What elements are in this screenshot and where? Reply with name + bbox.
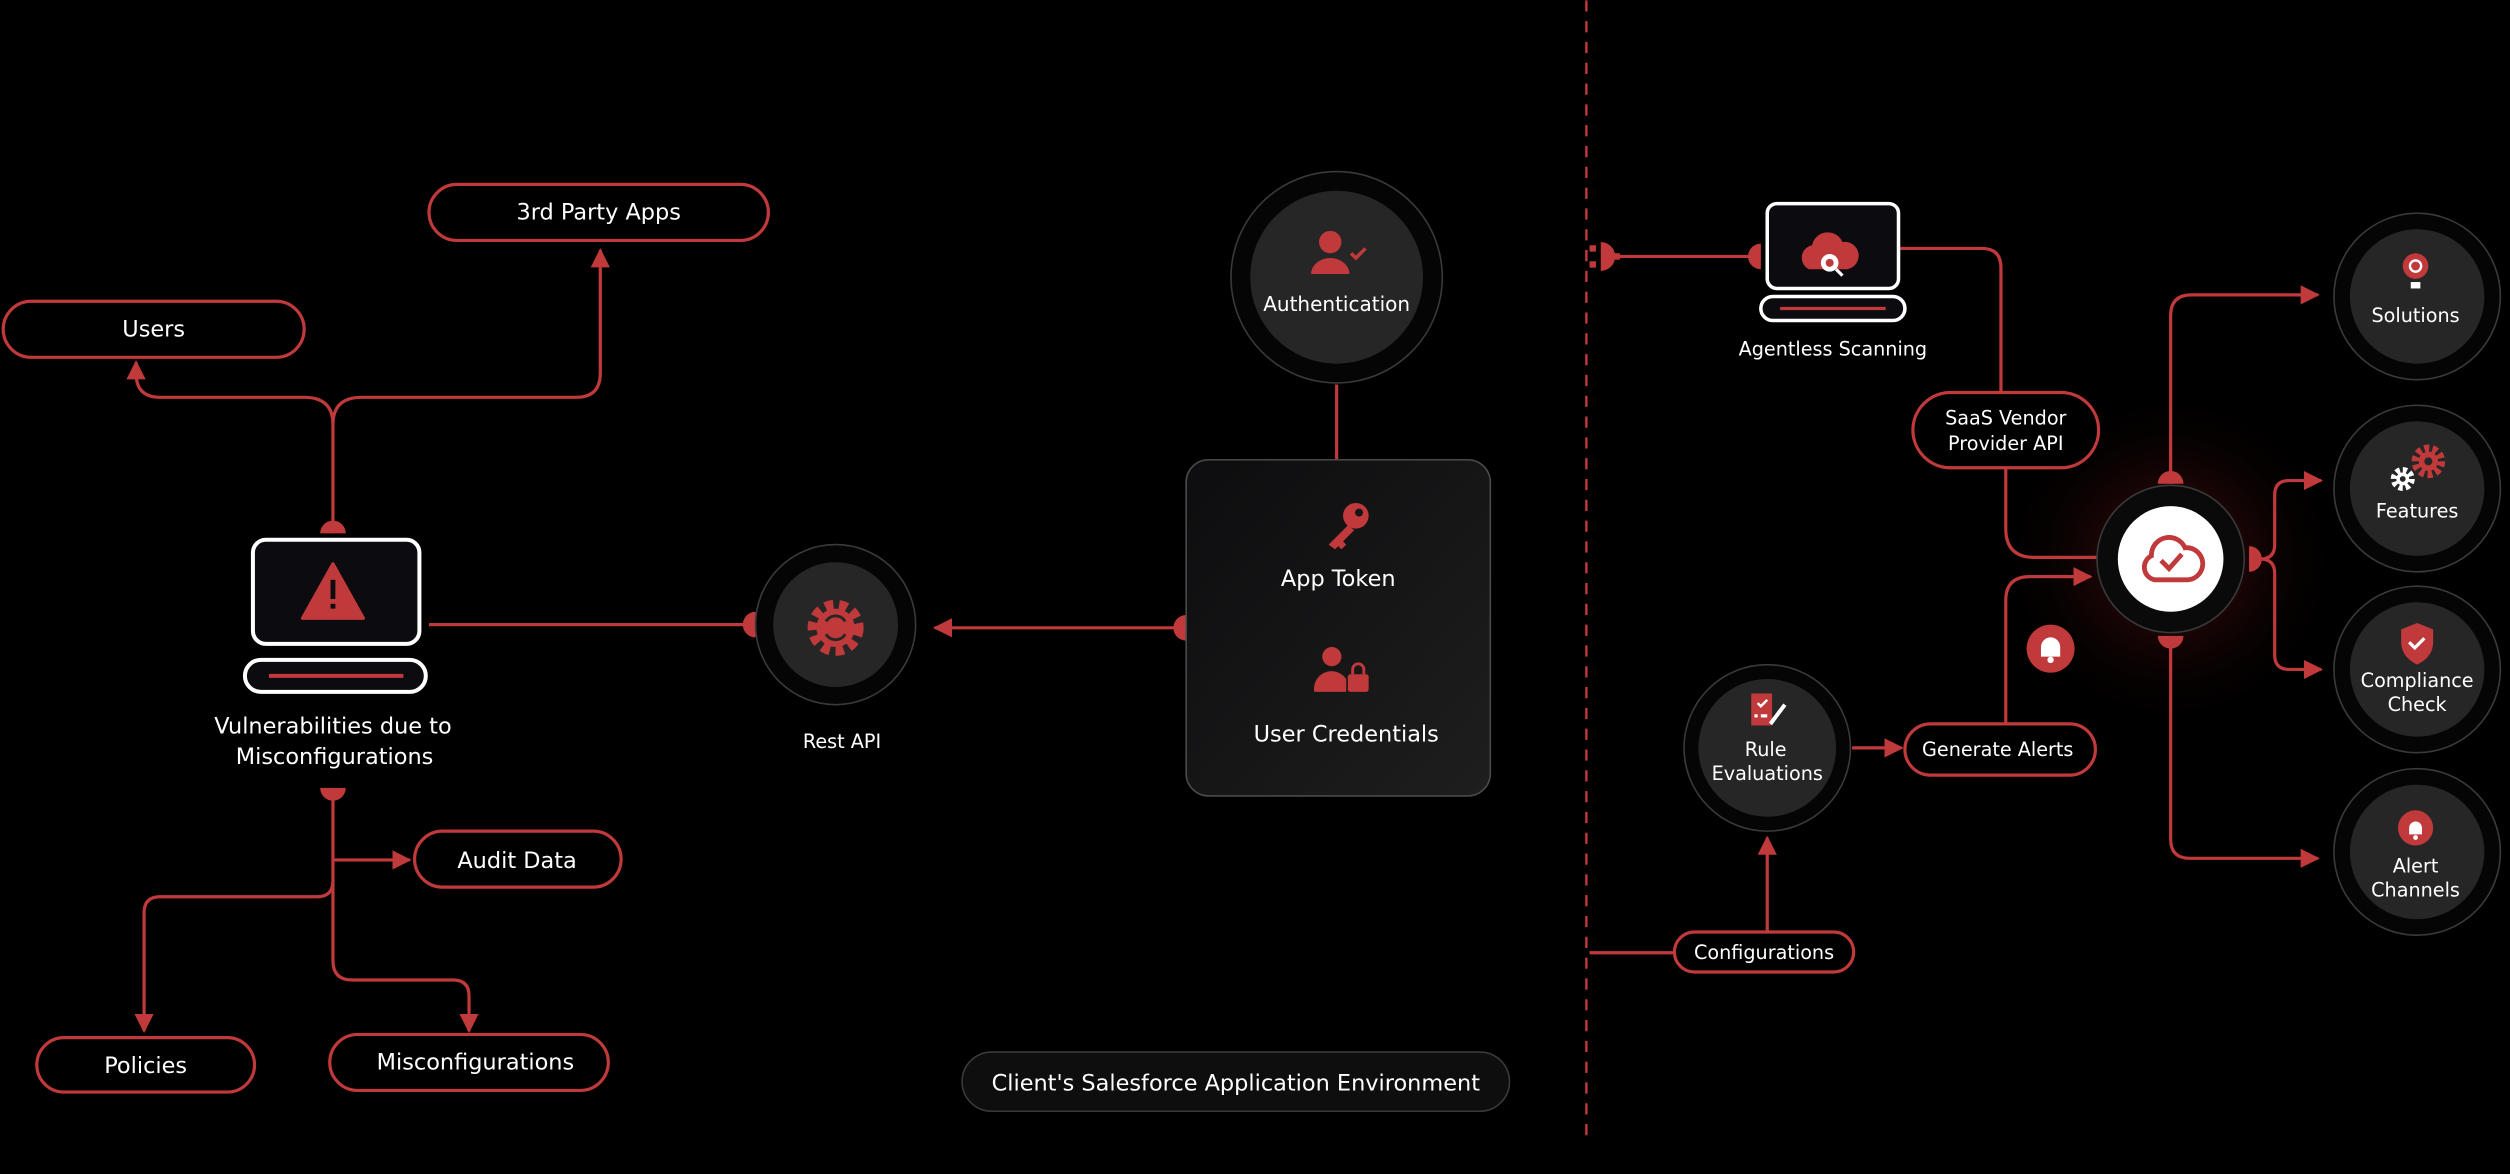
third-party-apps-node[interactable]: 3rd Party Apps (427, 182, 770, 243)
agentless-scanning-node[interactable]: Agentless Scanning (1739, 201, 1928, 361)
audit-data-node[interactable]: Audit Data (412, 829, 623, 889)
rule-label-1: Rule (1745, 738, 1787, 761)
output-features[interactable]: Features (2333, 404, 2502, 573)
output-alert-channels[interactable]: Alert Channels (2333, 767, 2502, 936)
misconfig-label: Misconfigurations (377, 1050, 575, 1076)
app-token-label: App Token (1281, 566, 1396, 592)
misconfigurations-node[interactable]: Misconfigurations (328, 1032, 610, 1093)
environment-label-pill: Client's Salesforce Application Environm… (961, 1051, 1511, 1113)
configurations-node[interactable]: Configurations (1672, 930, 1856, 974)
saas-label-1: SaaS Vendor (1945, 407, 2066, 430)
output-label-1: Alert (2393, 855, 2439, 878)
credentials-box: App Token User Credentials (1185, 458, 1492, 797)
output-label-1: Compliance (2361, 669, 2474, 692)
users-label: Users (122, 316, 185, 342)
user-credentials-label: User Credentials (1254, 721, 1439, 747)
generate-alerts-label: Generate Alerts (1922, 738, 2073, 761)
vulnerabilities-node[interactable]: Vulnerabilities due to Misconfigurations (214, 537, 452, 770)
policies-label: Policies (104, 1053, 187, 1079)
saas-label-2: Provider API (1948, 432, 2063, 455)
plug-icon (1589, 242, 1620, 271)
rule-label-2: Evaluations (1712, 762, 1823, 785)
audit-label: Audit Data (457, 848, 576, 874)
authentication-node[interactable]: Authentication (1230, 170, 1444, 384)
architecture-diagram: Users 3rd Party Apps Audit Data Policies… (1, 0, 2502, 1145)
central-platform-node[interactable] (2096, 484, 2246, 634)
authentication-label: Authentication (1263, 292, 1410, 316)
output-solutions[interactable]: Solutions (2333, 212, 2502, 381)
agentless-label: Agentless Scanning (1739, 338, 1928, 361)
output-label-1: Features (2376, 499, 2459, 522)
output-label-2: Channels (2371, 879, 2460, 902)
rule-evaluations-node[interactable]: Rule Evaluations (1683, 663, 1852, 832)
output-compliance-check[interactable]: Compliance Check (2333, 585, 2502, 754)
saas-vendor-api-node[interactable]: SaaS Vendor Provider API (1911, 390, 2101, 470)
generate-alerts-node[interactable]: Generate Alerts (1903, 722, 2098, 777)
rest-api-node[interactable]: Rest API (754, 543, 917, 753)
vuln-label-1: Vulnerabilities due to (214, 713, 451, 739)
users-node[interactable]: Users (1, 299, 306, 359)
third-party-label: 3rd Party Apps (516, 200, 680, 226)
output-label-2: Check (2388, 693, 2448, 716)
rest-api-label: Rest API (803, 730, 881, 753)
bell-icon (2026, 624, 2075, 673)
policies-node[interactable]: Policies (35, 1036, 257, 1094)
bell-icon (2397, 810, 2434, 846)
environment-label: Client's Salesforce Application Environm… (992, 1070, 1481, 1096)
configurations-label: Configurations (1694, 941, 1834, 964)
output-label-1: Solutions (2371, 304, 2459, 327)
vuln-label-2: Misconfigurations (236, 744, 434, 770)
